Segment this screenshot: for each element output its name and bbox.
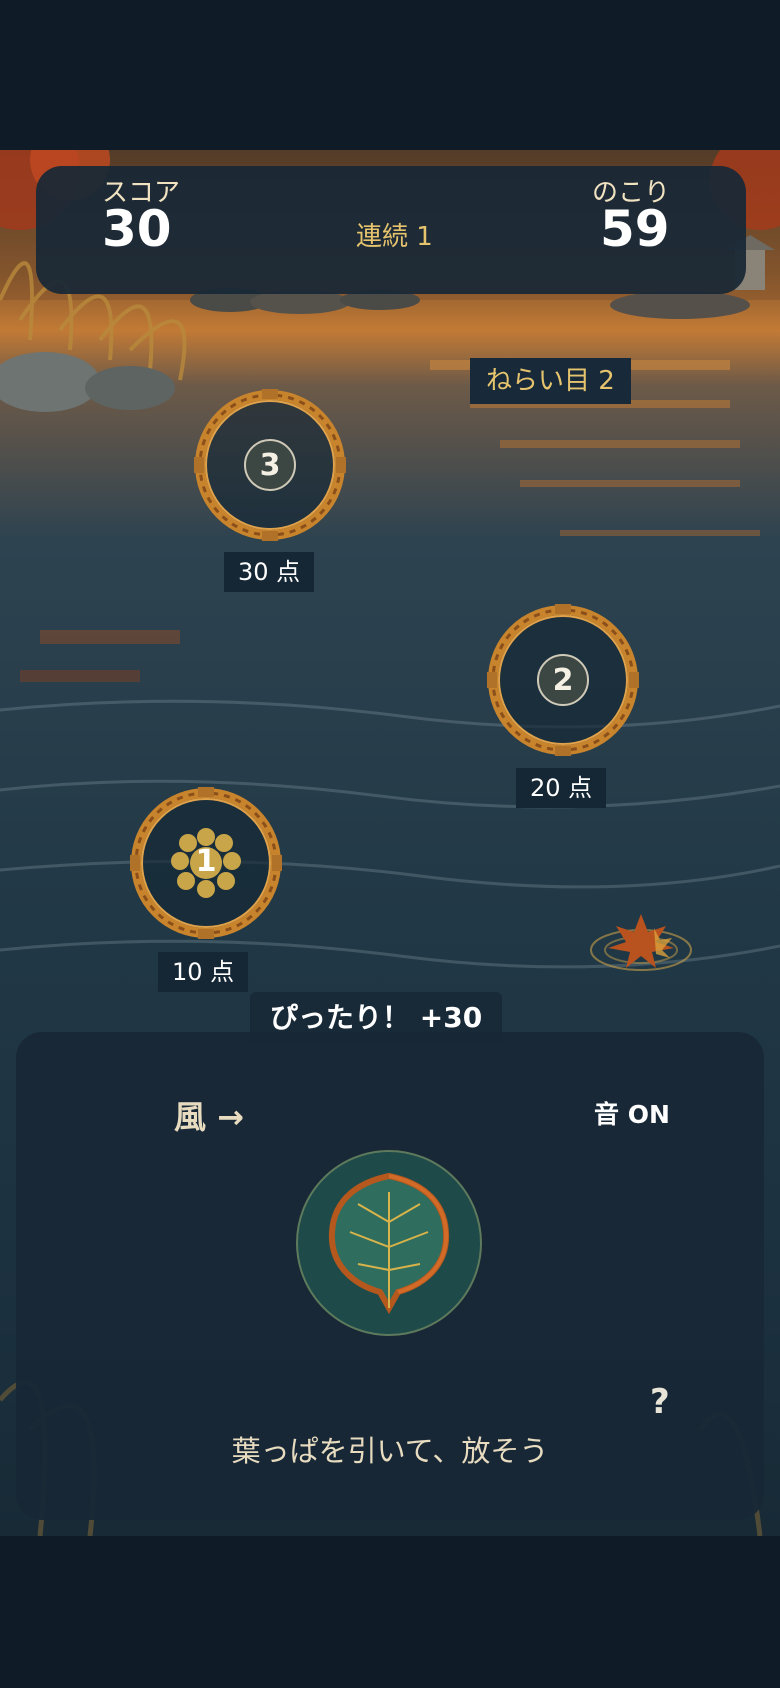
target-ring-1: 1 (128, 785, 284, 941)
instruction-hint: 葉っぱを引いて、放そう (231, 1434, 549, 1468)
score-value: 30 (102, 200, 172, 258)
target-number: 1 (195, 844, 217, 879)
leaf-launcher[interactable] (296, 1150, 482, 1336)
help-button[interactable]: ? (650, 1382, 670, 1422)
combo-counter: 連続 1 (356, 222, 433, 252)
aim-target-label: ねらい目 2 (470, 358, 631, 404)
leaf-icon (328, 1172, 450, 1315)
target-points-3: 30 点 (224, 552, 315, 592)
remaining-value: 59 (600, 200, 670, 258)
target-number: 2 (537, 654, 589, 706)
target-ring-3: 3 (192, 387, 348, 543)
sound-toggle[interactable]: 音 ON (594, 1095, 670, 1131)
target-points-1: 10 点 (158, 952, 249, 992)
target-points-2: 20 点 (516, 768, 607, 808)
target-ring-2: 2 (485, 602, 641, 758)
wind-indicator: 風 → (174, 1098, 244, 1136)
hud-bar: スコア 30 連続 1 のこり 59 (36, 166, 746, 294)
floating-maple-leaf-icon (590, 914, 692, 971)
target-number: 3 (244, 439, 296, 491)
